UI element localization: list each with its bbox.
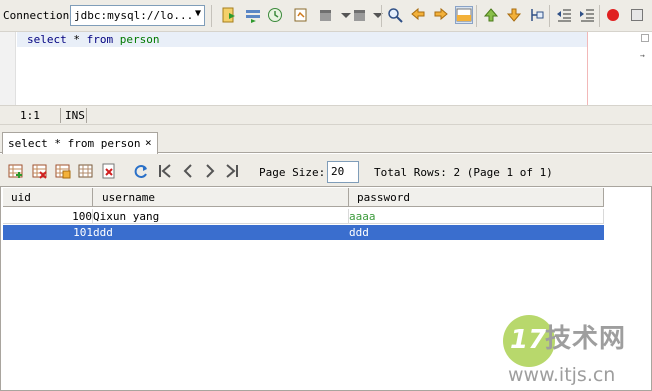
chevron-down-icon: ▼ (194, 8, 201, 19)
redo-icon[interactable] (432, 6, 450, 24)
sql-keyword: select (27, 33, 67, 46)
column-header-uid[interactable]: uid (3, 188, 93, 207)
close-icon[interactable]: × (145, 136, 152, 149)
bookmark-icon[interactable] (351, 6, 369, 24)
stop-icon[interactable] (604, 6, 622, 24)
close-icon[interactable] (628, 6, 646, 24)
refresh-icon[interactable] (133, 163, 149, 179)
find-icon[interactable] (386, 6, 404, 24)
explain-icon[interactable] (292, 6, 310, 24)
page-size-input[interactable]: 20 (327, 161, 359, 183)
watermark-logo-text: 17 (510, 325, 547, 355)
move-down-icon[interactable] (505, 6, 523, 24)
toolbar-separator (549, 5, 550, 27)
toolbar-separator (599, 5, 600, 27)
column-header-username[interactable]: username (93, 188, 349, 207)
cell-uid[interactable]: 100 (3, 209, 93, 224)
result-tab-bar: select * from person × (0, 125, 652, 154)
first-page-icon[interactable] (157, 163, 173, 179)
move-up-icon[interactable] (482, 6, 500, 24)
cell-username[interactable]: ddd (93, 225, 349, 240)
overview-marker-icon: → (640, 51, 645, 60)
connection-value: jdbc:mysql://lo... (74, 9, 194, 22)
toolbar-separator (381, 5, 382, 27)
sql-operator: * (73, 33, 80, 46)
watermark-brand: 技术网 (545, 324, 627, 354)
column-header-password[interactable]: password (349, 188, 604, 207)
total-rows-text: Total Rows: 2 (Page 1 of 1) (374, 166, 553, 179)
sql-keyword: from (86, 33, 114, 46)
result-toolbar: Page Size: 20 Total Rows: 2 (Page 1 of 1… (0, 154, 652, 186)
unindent-icon[interactable] (555, 6, 573, 24)
toolbar-separator (476, 5, 477, 27)
tab-result[interactable]: select * from person × (2, 132, 158, 154)
cell-password[interactable]: ddd (349, 225, 604, 240)
result-pane-icon[interactable] (455, 6, 473, 24)
toolbar-separator (211, 5, 212, 27)
main-toolbar: Connection: jdbc:mysql://lo... ▼ (0, 0, 652, 32)
connection-select[interactable]: jdbc:mysql://lo... ▼ (70, 5, 205, 26)
sql-query[interactable]: select * from person (27, 32, 160, 47)
cancel-edit-icon[interactable] (101, 163, 117, 179)
cursor-position: 1:1 (20, 109, 40, 122)
undo-icon[interactable] (409, 6, 427, 24)
insert-row-icon[interactable] (8, 163, 24, 179)
result-grid: uid username password 100 Qixun yang aaa… (0, 186, 652, 391)
indent-icon[interactable] (578, 6, 596, 24)
bookmark-icon[interactable] (317, 6, 335, 24)
editor-status-bar: 1:1 INS (0, 105, 652, 125)
cell-uid[interactable]: 101 (3, 225, 93, 240)
status-divider (60, 108, 61, 123)
tab-label: select * from person (8, 137, 141, 150)
sql-editor[interactable]: select * from person → (0, 32, 652, 105)
table-icon[interactable] (78, 163, 94, 179)
table-row[interactable]: 100 Qixun yang aaaa (3, 209, 604, 224)
format-icon[interactable] (528, 6, 546, 24)
next-page-icon[interactable] (202, 163, 218, 179)
cell-password[interactable]: aaaa (349, 209, 604, 224)
commit-icon[interactable] (55, 163, 71, 179)
cell-username[interactable]: Qixun yang (93, 209, 349, 224)
bookmark-dropdown-icon[interactable] (369, 6, 387, 24)
right-margin-line (587, 32, 588, 105)
history-icon[interactable] (266, 6, 284, 24)
insert-mode: INS (65, 109, 85, 122)
sql-table-name: person (119, 33, 160, 46)
status-divider (86, 108, 87, 123)
last-page-icon[interactable] (224, 163, 240, 179)
delete-row-icon[interactable] (32, 163, 48, 179)
page-size-label: Page Size: (259, 166, 326, 179)
run-statement-icon[interactable] (244, 6, 262, 24)
previous-page-icon[interactable] (180, 163, 196, 179)
watermark-url: www.itjs.cn (508, 364, 616, 386)
fold-marker-icon[interactable] (641, 34, 649, 42)
run-script-icon[interactable] (220, 6, 238, 24)
connection-label: Connection: (3, 9, 76, 22)
table-row[interactable]: 101 ddd ddd (3, 225, 604, 240)
line-gutter (0, 32, 16, 105)
